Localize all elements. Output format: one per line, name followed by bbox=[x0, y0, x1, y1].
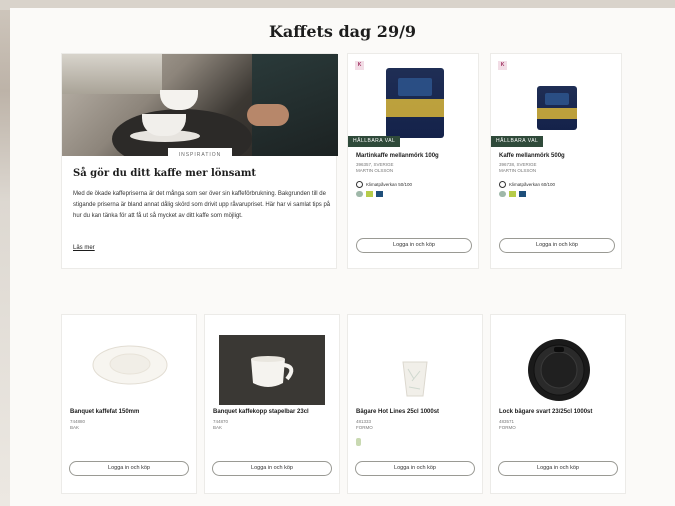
product-meta: 483571 FORMO bbox=[499, 419, 516, 431]
eco-label-icon bbox=[356, 191, 363, 197]
article-card[interactable]: INSPIRATION Så gör du ditt kaffe mer lön… bbox=[61, 53, 338, 269]
product-card[interactable]: Bägare Hot Lines 25cl 1000st 481333 FORM… bbox=[347, 314, 483, 494]
product-name[interactable]: Bägare Hot Lines 25cl 1000st bbox=[356, 409, 439, 415]
paper-cup-icon bbox=[402, 361, 428, 397]
product-meta: 744870 BAK bbox=[213, 419, 228, 431]
eco-label-icon bbox=[499, 191, 506, 197]
certifications bbox=[499, 191, 526, 197]
read-more-link[interactable]: Läs mer bbox=[73, 245, 95, 251]
fairtrade-icon bbox=[376, 191, 383, 197]
coffee-bag-icon bbox=[386, 68, 444, 138]
article-body: Med de ökade kaffepriserna är det många … bbox=[73, 191, 331, 220]
fairtrade-icon bbox=[519, 191, 526, 197]
leaf-icon bbox=[499, 181, 506, 188]
product-card[interactable]: Banquet kaffekopp stapelbar 23cl 744870 … bbox=[204, 314, 340, 494]
sustainable-label: HÅLLBARA VAL bbox=[491, 136, 544, 147]
product-meta: 481333 FORMO bbox=[356, 419, 373, 431]
climate-text: Klimatpåverkan 60/100 bbox=[509, 182, 556, 187]
product-brand: FORMO bbox=[356, 425, 373, 431]
product-name[interactable]: Martinkaffe mellanmörk 100g bbox=[356, 153, 439, 159]
product-name[interactable]: Banquet kaffekopp stapelbar 23cl bbox=[213, 409, 309, 415]
climate-text: Klimatpåverkan 50/100 bbox=[366, 182, 413, 187]
login-buy-button[interactable]: Logga in och köp bbox=[69, 461, 189, 476]
k-badge: K bbox=[355, 61, 364, 70]
product-brand: BAK bbox=[70, 425, 80, 431]
product-brand: FORMO bbox=[499, 425, 516, 431]
eco-cup-icon bbox=[356, 438, 361, 446]
lid-icon bbox=[528, 339, 590, 401]
product-brand: MARTIN OLSSON bbox=[499, 168, 537, 174]
article-image bbox=[62, 54, 338, 156]
eu-organic-icon bbox=[509, 191, 516, 197]
eu-organic-icon bbox=[366, 191, 373, 197]
article-title[interactable]: Så gör du ditt kaffe mer lönsamt bbox=[73, 168, 256, 179]
product-brand: MARTIN OLSSON bbox=[356, 168, 394, 174]
cup-image bbox=[219, 335, 325, 405]
product-name[interactable]: Lock bägare svart 23/25cl 1000st bbox=[499, 409, 592, 415]
login-buy-button[interactable]: Logga in och köp bbox=[355, 461, 475, 476]
certifications bbox=[356, 438, 361, 446]
coffee-bag-icon bbox=[537, 86, 577, 130]
cup-icon bbox=[251, 356, 294, 387]
product-card[interactable]: Banquet kaffefat 150mm 744880 BAK Logga … bbox=[61, 314, 197, 494]
campaign-modal: Kaffets dag 29/9 INSPIRATION Så gör du d… bbox=[10, 8, 675, 506]
login-buy-button[interactable]: Logga in och köp bbox=[498, 461, 618, 476]
product-name[interactable]: Kaffe mellanmörk 500g bbox=[499, 153, 565, 159]
product-brand: BAK bbox=[213, 425, 223, 431]
leaf-icon bbox=[356, 181, 363, 188]
article-tag: INSPIRATION bbox=[168, 148, 232, 162]
climate-impact: Klimatpåverkan 60/100 bbox=[499, 181, 555, 188]
sustainable-label: HÅLLBARA VAL bbox=[348, 136, 401, 147]
product-card[interactable]: K HÅLLBARA VAL Kaffe mellanmörk 500g 396… bbox=[490, 53, 622, 269]
modal-title: Kaffets dag 29/9 bbox=[268, 22, 417, 41]
product-meta: 744880 BAK bbox=[70, 419, 85, 431]
certifications bbox=[356, 191, 383, 197]
saucer-icon bbox=[92, 345, 168, 385]
login-buy-button[interactable]: Logga in och köp bbox=[499, 238, 615, 253]
product-meta: 396738, SVERIGE MARTIN OLSSON bbox=[499, 162, 537, 174]
product-card[interactable]: Lock bägare svart 23/25cl 1000st 483571 … bbox=[490, 314, 626, 494]
login-buy-button[interactable]: Logga in och köp bbox=[356, 238, 472, 253]
product-name[interactable]: Banquet kaffefat 150mm bbox=[70, 409, 139, 415]
product-meta: 396357, SVERIGE MARTIN OLSSON bbox=[356, 162, 394, 174]
climate-impact: Klimatpåverkan 50/100 bbox=[356, 181, 412, 188]
product-card[interactable]: K HÅLLBARA VAL Martinkaffe mellanmörk 10… bbox=[347, 53, 479, 269]
k-badge: K bbox=[498, 61, 507, 70]
login-buy-button[interactable]: Logga in och köp bbox=[212, 461, 332, 476]
